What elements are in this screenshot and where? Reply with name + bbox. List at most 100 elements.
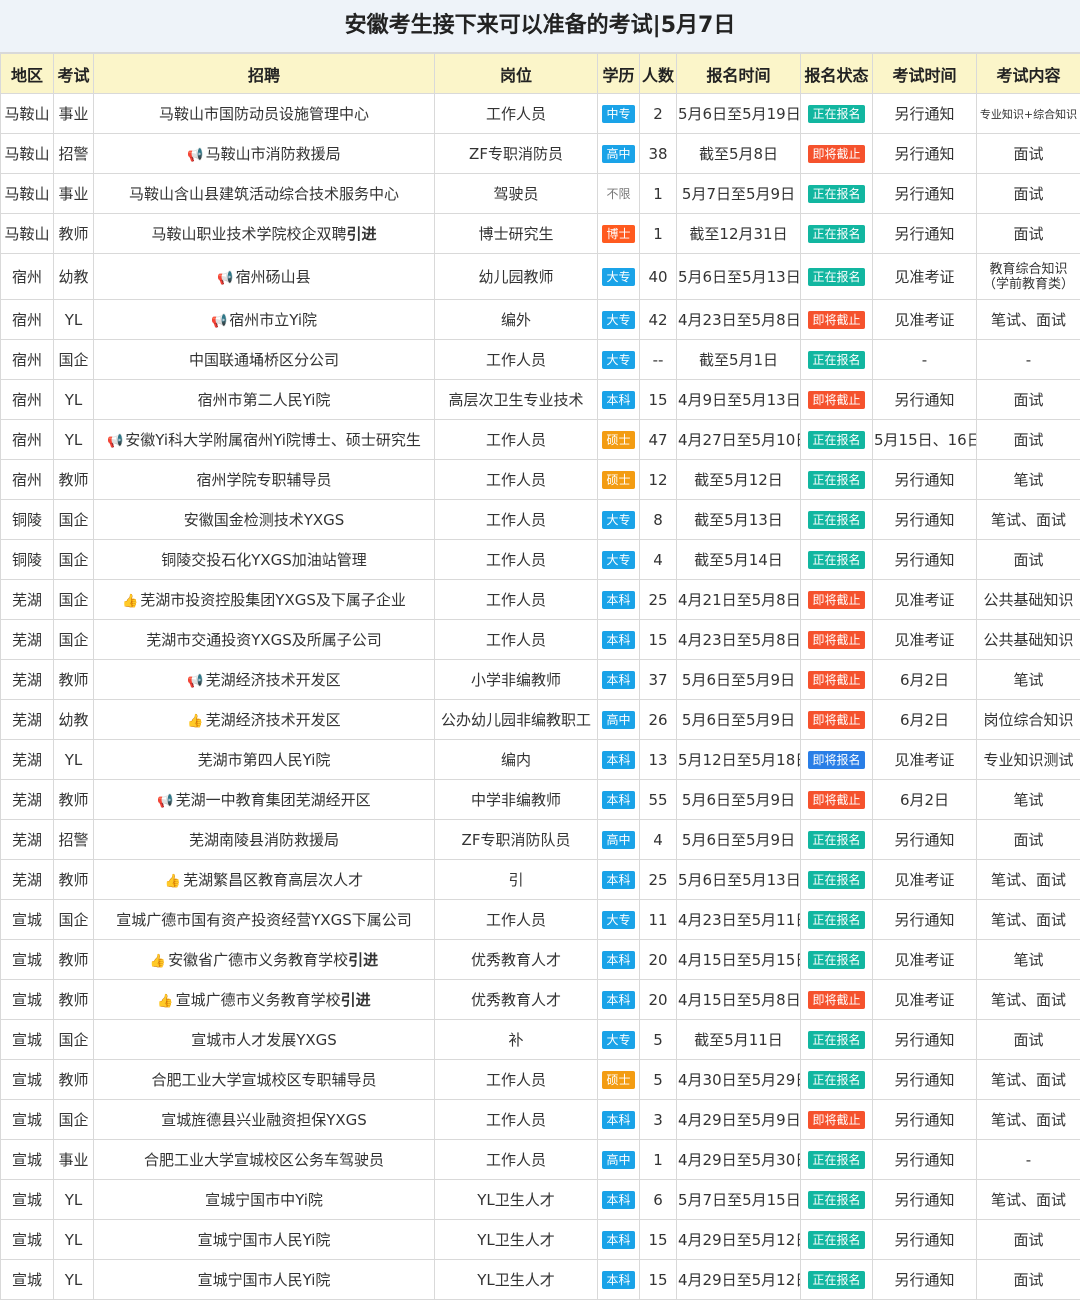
header-count: 人数 [640,54,677,94]
cell-post: ZF专职消防员 [435,134,598,174]
megaphone-icon: 📢 [107,434,123,449]
cell-reg-time: 5月6日至5月9日 [677,780,801,820]
cell-reg-time: 4月23日至5月8日 [677,620,801,660]
org-name: 芜湖经济技术开发区 [206,671,341,689]
cell-reg-time: 截至5月13日 [677,500,801,540]
cell-exam-time: 另行通知 [873,174,977,214]
cell-type: 教师 [54,1060,94,1100]
cell-reg-time: 4月9日至5月13日 [677,380,801,420]
cell-edu: 高中 [598,700,640,740]
cell-count: 15 [640,1220,677,1260]
edu-badge: 本科 [602,1111,634,1129]
cell-type: 教师 [54,940,94,980]
org-name: 芜湖一中教育集团芜湖经开区 [176,791,371,809]
edu-badge: 本科 [602,671,634,689]
status-badge: 正在报名 [808,1191,864,1209]
cell-status: 正在报名 [801,214,873,254]
cell-status: 即将截止 [801,1100,873,1140]
cell-content: 面试 [977,1020,1080,1060]
cell-reg-time: 5月7日至5月9日 [677,174,801,214]
cell-region: 宣城 [1,1220,54,1260]
table-row: 宿州YL📢安徽Yi科大学附属宿州Yi院博士、硕士研究生工作人员硕士474月27日… [1,420,1080,460]
cell-exam-time: 另行通知 [873,94,977,134]
status-badge: 正在报名 [808,911,864,929]
cell-content: 笔试、面试 [977,1180,1080,1220]
edu-badge: 高中 [602,831,634,849]
cell-type: 事业 [54,1140,94,1180]
status-badge: 正在报名 [808,431,864,449]
cell-status: 即将报名 [801,740,873,780]
cell-status: 正在报名 [801,1060,873,1100]
org-emphasis: 引进 [347,225,377,243]
cell-status: 即将截止 [801,660,873,700]
cell-exam-time: 见准考证 [873,254,977,300]
cell-count: 1 [640,174,677,214]
cell-edu: 高中 [598,134,640,174]
cell-content: - [977,1140,1080,1180]
cell-count: -- [640,340,677,380]
edu-badge: 中专 [602,105,634,123]
cell-exam-time: 另行通知 [873,460,977,500]
table-row: 宣城国企宣城旌德县兴业融资担保YXGS工作人员本科34月29日至5月9日即将截止… [1,1100,1080,1140]
cell-status: 正在报名 [801,820,873,860]
cell-post: 编外 [435,300,598,340]
org-name: 芜湖经济技术开发区 [206,711,341,729]
cell-region: 宣城 [1,1180,54,1220]
cell-reg-time: 4月23日至5月11日 [677,900,801,940]
cell-post: 工作人员 [435,540,598,580]
cell-status: 正在报名 [801,460,873,500]
cell-reg-time: 5月6日至5月19日 [677,94,801,134]
cell-edu: 高中 [598,820,640,860]
table-row: 芜湖招警芜湖南陵县消防救援局ZF专职消防队员高中45月6日至5月9日正在报名另行… [1,820,1080,860]
edu-badge: 本科 [602,1271,634,1289]
cell-type: 招警 [54,134,94,174]
cell-org: 芜湖市交通投资YXGS及所属子公司 [94,620,435,660]
cell-exam-time: 另行通知 [873,380,977,420]
megaphone-icon: 📢 [217,271,233,286]
cell-content: 公共基础知识 [977,580,1080,620]
cell-edu: 本科 [598,1180,640,1220]
cell-exam-time: 另行通知 [873,500,977,540]
cell-type: YL [54,380,94,420]
cell-status: 正在报名 [801,94,873,134]
cell-post: 工作人员 [435,420,598,460]
cell-edu: 大专 [598,254,640,300]
cell-region: 宿州 [1,254,54,300]
cell-region: 芜湖 [1,700,54,740]
cell-count: 5 [640,1020,677,1060]
cell-exam-time: 见准考证 [873,580,977,620]
cell-reg-time: 截至5月12日 [677,460,801,500]
cell-type: 国企 [54,1100,94,1140]
cell-content: 面试 [977,214,1080,254]
cell-region: 芜湖 [1,780,54,820]
table-body: 马鞍山事业马鞍山市国防动员设施管理中心工作人员中专25月6日至5月19日正在报名… [1,94,1080,1300]
status-badge: 正在报名 [808,471,864,489]
cell-content: 面试 [977,820,1080,860]
cell-edu: 硕士 [598,420,640,460]
table-row: 宿州YL宿州市第二人民Yi院高层次卫生专业技术本科154月9日至5月13日即将截… [1,380,1080,420]
status-badge: 正在报名 [808,511,864,529]
status-badge: 即将截止 [808,791,864,809]
cell-status: 正在报名 [801,1020,873,1060]
cell-content: 公共基础知识 [977,620,1080,660]
cell-org: 芜湖南陵县消防救援局 [94,820,435,860]
cell-exam-time: 6月2日 [873,780,977,820]
cell-type: 国企 [54,620,94,660]
cell-status: 正在报名 [801,500,873,540]
cell-region: 宣城 [1,1020,54,1060]
org-name: 安徽Yi科大学附属宿州Yi院博士、硕士研究生 [125,431,421,449]
cell-org: 马鞍山市国防动员设施管理中心 [94,94,435,134]
cell-reg-time: 4月27日至5月10日 [677,420,801,460]
cell-org: 马鞍山含山县建筑活动综合技术服务中心 [94,174,435,214]
header-reg-time: 报名时间 [677,54,801,94]
cell-reg-time: 5月6日至5月9日 [677,700,801,740]
table-row: 宿州幼教📢宿州砀山县幼儿园教师大专405月6日至5月13日正在报名见准考证教育综… [1,254,1080,300]
table-row: 芜湖YL芜湖市第四人民Yi院编内本科135月12日至5月18日即将报名见准考证专… [1,740,1080,780]
org-name: 宣城旌德县兴业融资担保YXGS [161,1111,367,1129]
cell-exam-time: 另行通知 [873,214,977,254]
cell-status: 即将截止 [801,134,873,174]
cell-content: 面试 [977,380,1080,420]
edu-badge: 大专 [602,311,634,329]
cell-reg-time: 5月6日至5月9日 [677,660,801,700]
cell-edu: 不限 [598,174,640,214]
